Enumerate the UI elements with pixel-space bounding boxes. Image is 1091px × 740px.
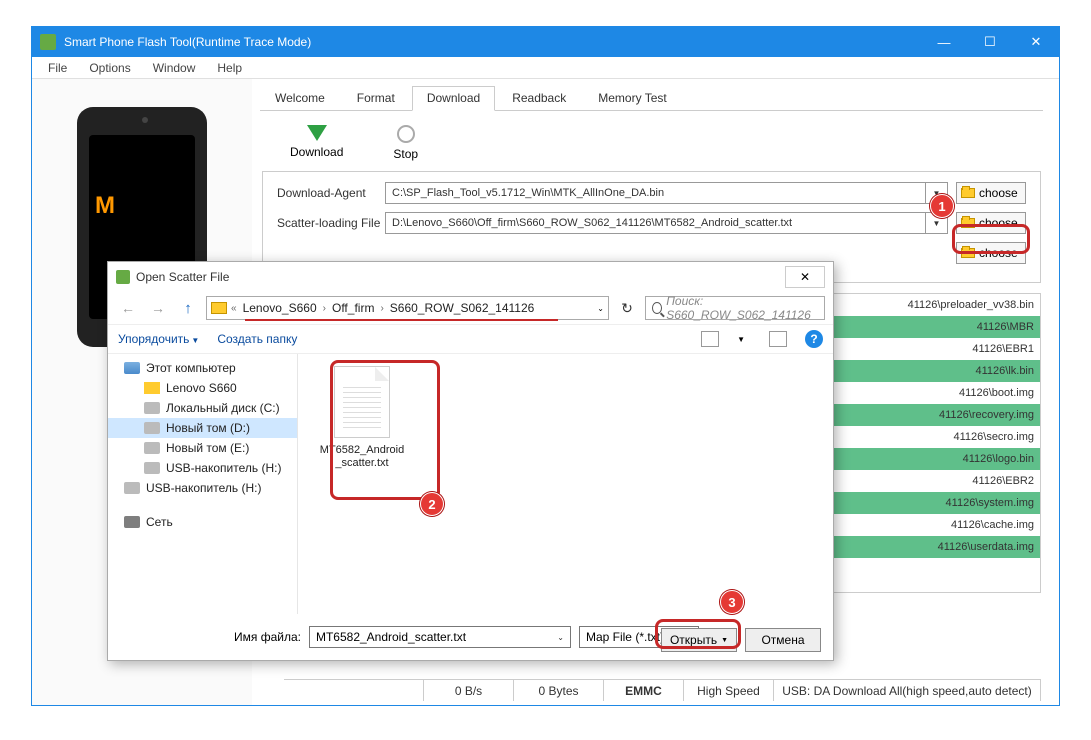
- download-icon: [307, 125, 327, 141]
- annotation-badge-2: 2: [420, 492, 444, 516]
- filename-input[interactable]: MT6582_Android_scatter.txt⌄: [309, 626, 571, 648]
- da-input[interactable]: [385, 182, 926, 204]
- preview-icon[interactable]: [769, 331, 787, 347]
- sidebar-item-usb2[interactable]: USB-накопитель (H:): [108, 478, 297, 498]
- organize-menu[interactable]: Упорядочить▼: [118, 332, 199, 346]
- maximize-button[interactable]: ☐: [967, 27, 1013, 57]
- status-mode: High Speed: [684, 680, 774, 701]
- app-icon: [40, 34, 56, 50]
- back-button[interactable]: ←: [116, 297, 140, 319]
- breadcrumb-segment[interactable]: Off_firm: [330, 301, 376, 315]
- open-button[interactable]: Открыть▼: [661, 628, 737, 652]
- choose-auth-button[interactable]: choose: [956, 242, 1026, 264]
- status-bytes: 0 Bytes: [514, 680, 604, 701]
- dialog-sidebar: Этот компьютер Lenovo S660 Локальный дис…: [108, 354, 298, 614]
- download-button[interactable]: Download: [290, 125, 343, 161]
- scatter-input[interactable]: [385, 212, 926, 234]
- file-list[interactable]: MT6582_Android _scatter.txt: [298, 354, 833, 614]
- stop-icon: [397, 125, 415, 143]
- menu-help[interactable]: Help: [207, 59, 252, 77]
- sidebar-item-this-pc[interactable]: Этот компьютер: [108, 358, 297, 378]
- new-folder-button[interactable]: Создать папку: [217, 332, 297, 346]
- forward-button[interactable]: →: [146, 297, 170, 319]
- folder-icon: [961, 188, 975, 198]
- tab-welcome[interactable]: Welcome: [260, 86, 340, 111]
- status-speed: 0 B/s: [424, 680, 514, 701]
- tab-format[interactable]: Format: [342, 86, 410, 111]
- dialog-nav: ← → ↑ « Lenovo_S660 › Off_firm › S660_RO…: [108, 292, 833, 324]
- status-usb: USB: DA Download All(high speed,auto det…: [774, 680, 1041, 701]
- menu-options[interactable]: Options: [79, 59, 140, 77]
- folder-icon: [961, 248, 975, 258]
- phone-label: M: [95, 192, 114, 220]
- cancel-button[interactable]: Отмена: [745, 628, 821, 652]
- menubar: File Options Window Help: [32, 57, 1059, 79]
- view-icon[interactable]: [701, 331, 719, 347]
- txt-file-icon: [334, 366, 390, 438]
- annotation-badge-3: 3: [720, 590, 744, 614]
- statusbar: 0 B/s 0 Bytes EMMC High Speed USB: DA Do…: [284, 679, 1041, 701]
- tab-readback[interactable]: Readback: [497, 86, 581, 111]
- dialog-title: Open Scatter File: [136, 270, 785, 284]
- filename-label: Имя файла:: [234, 630, 301, 644]
- search-icon: [652, 302, 662, 314]
- breadcrumb[interactable]: « Lenovo_S660 › Off_firm › S660_ROW_S062…: [206, 296, 609, 320]
- tab-memory-test[interactable]: Memory Test: [583, 86, 681, 111]
- help-icon[interactable]: ?: [805, 330, 823, 348]
- folder-icon: [961, 218, 975, 228]
- choose-da-button[interactable]: choose: [956, 182, 1026, 204]
- scatter-label: Scatter-loading File: [277, 216, 385, 230]
- close-button[interactable]: ✕: [1013, 27, 1059, 57]
- file-item-scatter[interactable]: MT6582_Android _scatter.txt: [310, 366, 414, 496]
- status-storage: EMMC: [604, 680, 684, 701]
- refresh-button[interactable]: ↻: [615, 296, 639, 320]
- dialog-close-button[interactable]: ✕: [785, 266, 825, 288]
- tab-download[interactable]: Download: [412, 86, 495, 111]
- sidebar-item-cdisk[interactable]: Локальный диск (C:): [108, 398, 297, 418]
- sidebar-item-ddisk[interactable]: Новый том (D:): [108, 418, 297, 438]
- menu-window[interactable]: Window: [143, 59, 206, 77]
- choose-scatter-button[interactable]: choose: [956, 212, 1026, 234]
- da-label: Download-Agent: [277, 186, 385, 200]
- dialog-toolbar: Упорядочить▼ Создать папку ▼ ?: [108, 324, 833, 354]
- breadcrumb-segment[interactable]: Lenovo_S660: [241, 301, 319, 315]
- dialog-icon: [116, 270, 130, 284]
- menu-file[interactable]: File: [38, 59, 77, 77]
- titlebar: Smart Phone Flash Tool(Runtime Trace Mod…: [32, 27, 1059, 57]
- sidebar-item-edisk[interactable]: Новый том (E:): [108, 438, 297, 458]
- search-input[interactable]: Поиск: S660_ROW_S062_141126: [645, 296, 825, 320]
- window-title: Smart Phone Flash Tool(Runtime Trace Mod…: [64, 35, 921, 49]
- up-button[interactable]: ↑: [176, 297, 200, 319]
- dialog-titlebar: Open Scatter File ✕: [108, 262, 833, 292]
- breadcrumb-segment[interactable]: S660_ROW_S062_141126: [388, 301, 537, 315]
- tab-strip: Welcome Format Download Readback Memory …: [260, 85, 1043, 111]
- minimize-button[interactable]: —: [921, 27, 967, 57]
- sidebar-item-lenovo[interactable]: Lenovo S660: [108, 378, 297, 398]
- stop-button[interactable]: Stop: [393, 125, 418, 161]
- sidebar-item-usb1[interactable]: USB-накопитель (H:): [108, 458, 297, 478]
- sidebar-item-network[interactable]: Сеть: [108, 512, 297, 532]
- annotation-badge-1: 1: [930, 194, 954, 218]
- folder-icon: [211, 302, 227, 314]
